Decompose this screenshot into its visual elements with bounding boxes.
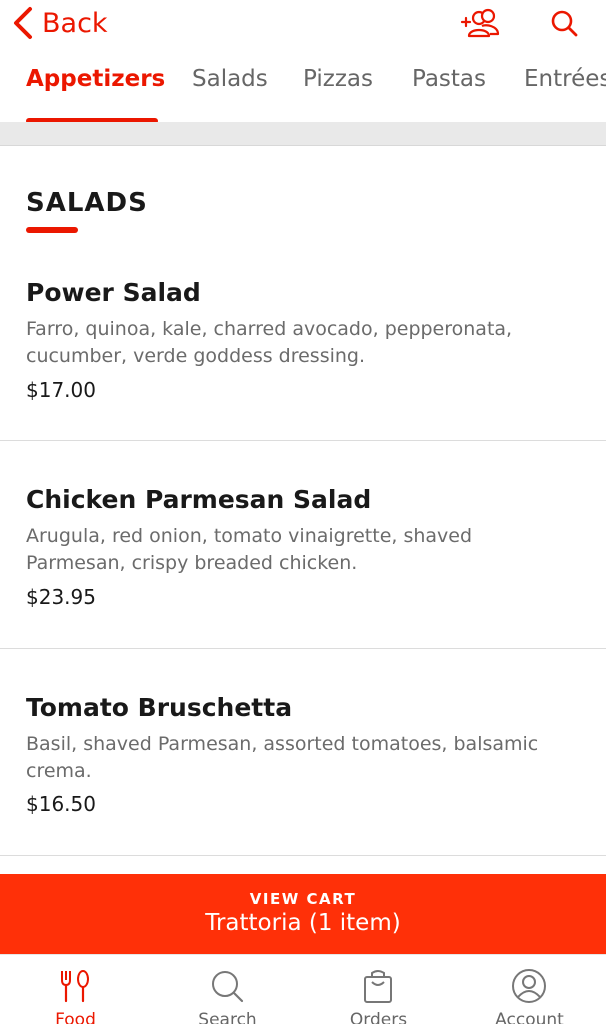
item-description: Farro, quinoa, kale, charred avocado, pe… [26,318,513,367]
fork-knife-icon [61,970,89,1003]
section-title-underline [26,227,78,233]
separator-band [0,122,606,146]
nav-food[interactable]: Food [0,955,151,1024]
add-group-icon [460,8,500,38]
nav-orders-label: Orders [349,1010,408,1024]
chevron-left-icon [14,7,32,39]
section-title: SALADS [26,188,148,218]
item-name: Chicken Parmesan Salad [26,485,372,514]
nav-food-label: Food [55,1010,96,1024]
view-cart-button[interactable]: VIEW CART Trattoria (1 item) [0,874,606,954]
nav-account[interactable]: Account [454,955,605,1024]
tab-appetizers[interactable]: Appetizers [26,66,165,92]
shopping-bag-icon [364,970,392,1003]
nav-orders[interactable]: Orders [303,955,454,1024]
group-order-button[interactable] [458,4,502,44]
item-description: Arugula, red onion, tomato vinaigrette, … [26,525,473,574]
item-price: $23.95 [26,585,96,609]
cart-summary: Trattoria (1 item) [205,910,401,936]
nav-account-label: Account [495,1010,564,1024]
category-tabs: Appetizers Salads Pizzas Pastas Entrées [0,60,606,124]
item-price: $17.00 [26,378,96,402]
menu-item[interactable]: Power Salad Farro, quinoa, kale, charred… [0,236,606,442]
search-icon [551,10,578,37]
item-name: Tomato Bruschetta [26,693,293,722]
person-circle-icon [512,969,546,1003]
nav-search-label: Search [198,1010,257,1024]
search-icon [212,971,244,1003]
view-cart-label: VIEW CART [249,890,357,908]
item-price: $16.50 [26,792,96,816]
tab-entrees[interactable]: Entrées [524,66,606,92]
menu-item[interactable]: Tomato Bruschetta Basil, shaved Parmesan… [0,649,606,855]
item-description: Basil, shaved Parmesan, assorted tomatoe… [26,733,539,782]
item-divider [0,855,606,856]
nav-search[interactable]: Search [152,955,303,1024]
search-button[interactable] [542,4,586,44]
back-label: Back [42,7,108,39]
tab-salads[interactable]: Salads [192,66,268,92]
item-name: Power Salad [26,278,201,307]
menu-item[interactable]: Chicken Parmesan Salad Arugula, red onio… [0,441,606,647]
bottom-navigation: Food Search Orders Account [0,954,606,1024]
tab-pizzas[interactable]: Pizzas [303,66,373,92]
tab-pastas[interactable]: Pastas [412,66,486,92]
top-bar: Back [0,0,606,46]
back-button[interactable]: Back [12,4,108,42]
